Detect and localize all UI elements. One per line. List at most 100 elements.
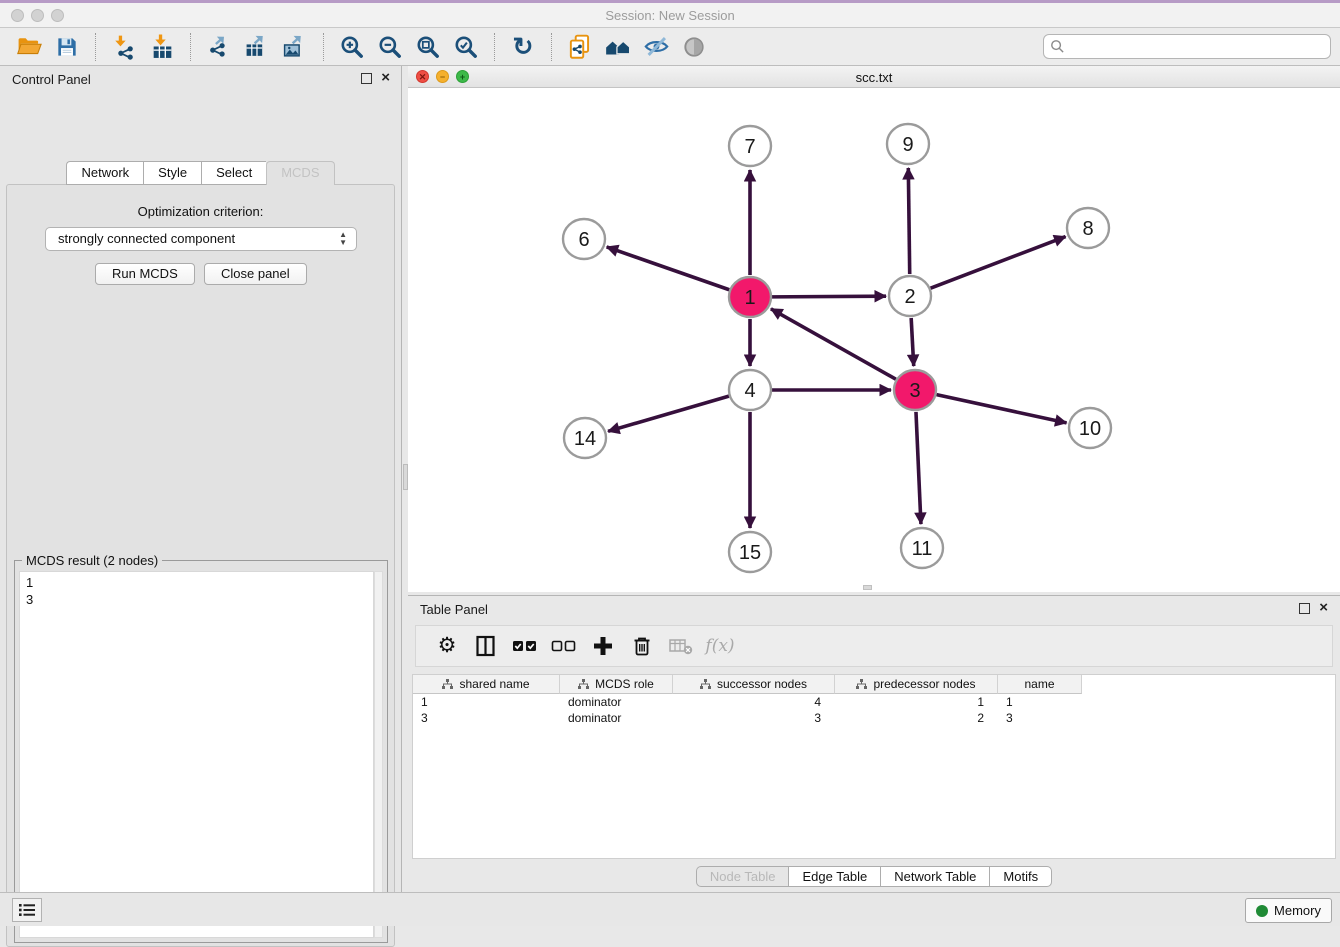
zoom-selected-icon[interactable] — [447, 31, 485, 63]
graph-node-6[interactable]: 6 — [563, 219, 605, 259]
export-table-icon[interactable] — [238, 31, 276, 63]
column-header-successor-nodes[interactable]: successor nodes — [673, 675, 835, 694]
new-network-from-selection-icon[interactable] — [561, 31, 599, 63]
toolbar-separator — [323, 33, 324, 61]
graph-edge-3-1[interactable] — [771, 309, 896, 379]
graph-edge-2-9[interactable] — [908, 168, 909, 274]
mcds-result-title: MCDS result (2 nodes) — [22, 553, 162, 568]
table-cell[interactable]: 4 — [673, 694, 835, 710]
graph-node-4[interactable]: 4 — [729, 370, 771, 410]
svg-text:11: 11 — [912, 538, 933, 560]
deselect-all-rows-icon[interactable] — [547, 631, 581, 661]
column-header-shared-name[interactable]: shared name — [413, 675, 560, 694]
graph-node-9[interactable]: 9 — [887, 124, 929, 164]
mcds-result-text[interactable]: 1 3 — [19, 571, 374, 938]
graph-node-1[interactable]: 1 — [729, 277, 771, 317]
control-panel: Control Panel × Network Style Select MCD… — [0, 66, 401, 892]
tab-edge-table[interactable]: Edge Table — [788, 866, 880, 887]
save-session-icon[interactable] — [48, 31, 86, 63]
network-canvas[interactable]: 7 9 6 8 1 2 4 3 14 10 15 11 — [408, 88, 1340, 592]
network-resize-grip[interactable] — [863, 585, 872, 590]
table-cell[interactable]: 3 — [413, 710, 560, 726]
export-image-icon[interactable] — [276, 31, 314, 63]
graph-edge-1-2[interactable] — [772, 296, 886, 297]
hide-selected-icon[interactable] — [637, 31, 675, 63]
table-cell[interactable]: 1 — [835, 694, 998, 710]
tab-network-table[interactable]: Network Table — [880, 866, 989, 887]
close-panel-button[interactable]: Close panel — [204, 263, 307, 285]
graph-edge-1-6[interactable] — [607, 247, 730, 290]
graph-edge-3-11[interactable] — [916, 412, 921, 524]
tab-node-table[interactable]: Node Table — [696, 866, 789, 887]
svg-text:2: 2 — [904, 286, 915, 308]
table-settings-icon[interactable]: ⚙ — [430, 631, 464, 661]
close-table-panel-icon[interactable]: × — [1319, 600, 1328, 616]
table-cell[interactable]: 3 — [673, 710, 835, 726]
graph-edge-3-10[interactable] — [936, 395, 1066, 423]
graph-node-14[interactable]: 14 — [564, 418, 606, 458]
table-cell[interactable]: 1 — [998, 694, 1082, 710]
search-box — [1043, 34, 1331, 59]
zoom-fit-icon[interactable] — [409, 31, 447, 63]
graph-edge-4-14[interactable] — [608, 396, 729, 431]
task-history-button[interactable] — [12, 898, 42, 922]
select-arrows-icon: ▲▼ — [339, 231, 347, 247]
zoom-out-icon[interactable] — [371, 31, 409, 63]
graph-edge-2-3[interactable] — [911, 318, 914, 366]
column-header-predecessor-nodes[interactable]: predecessor nodes — [835, 675, 998, 694]
graph-edge-2-8[interactable] — [931, 237, 1066, 289]
tab-select[interactable]: Select — [201, 161, 266, 185]
graph-node-3[interactable]: 3 — [894, 370, 936, 410]
table-cell[interactable]: dominator — [560, 710, 673, 726]
import-table-icon[interactable] — [143, 31, 181, 63]
tab-style[interactable]: Style — [143, 161, 201, 185]
result-scrollbar[interactable] — [374, 571, 383, 938]
column-header-MCDS-role[interactable]: MCDS role — [560, 675, 673, 694]
right-column: ✕ − + scc.txt 7968124314101511 Table Pan… — [408, 66, 1340, 892]
run-mcds-button[interactable]: Run MCDS — [95, 263, 195, 285]
float-panel-icon[interactable] — [361, 73, 372, 84]
column-visibility-icon[interactable] — [469, 631, 503, 661]
apply-layout-icon[interactable]: ↻ — [504, 31, 542, 63]
zoom-in-icon[interactable] — [333, 31, 371, 63]
search-input[interactable] — [1043, 34, 1331, 59]
graph-node-15[interactable]: 15 — [729, 532, 771, 572]
table-cell[interactable]: 1 — [413, 694, 560, 710]
graph-node-10[interactable]: 10 — [1069, 408, 1111, 448]
memory-button[interactable]: Memory — [1245, 898, 1332, 923]
graph-node-8[interactable]: 8 — [1067, 208, 1109, 248]
svg-text:8: 8 — [1082, 218, 1093, 240]
table-cell[interactable]: 2 — [835, 710, 998, 726]
close-panel-icon[interactable]: × — [381, 70, 390, 86]
select-all-rows-icon[interactable] — [508, 631, 542, 661]
apply-function-icon[interactable]: f(x) — [703, 631, 737, 661]
add-column-icon[interactable] — [586, 631, 620, 661]
svg-text:7: 7 — [744, 136, 755, 158]
float-table-panel-icon[interactable] — [1299, 603, 1310, 614]
toolbar-separator — [95, 33, 96, 61]
tab-mcds[interactable]: MCDS — [266, 161, 334, 185]
network-window-titlebar: ✕ − + scc.txt — [408, 66, 1340, 88]
open-session-icon[interactable] — [10, 31, 48, 63]
network-window-title: scc.txt — [408, 70, 1340, 85]
panel-splitter[interactable] — [401, 66, 408, 892]
delete-table-icon[interactable] — [664, 631, 698, 661]
graph-node-7[interactable]: 7 — [729, 126, 771, 166]
tab-network[interactable]: Network — [66, 161, 143, 185]
toolbar-separator — [190, 33, 191, 61]
show-all-icon[interactable] — [675, 31, 713, 63]
delete-column-icon[interactable] — [625, 631, 659, 661]
table-row[interactable]: 1dominator411 — [413, 694, 1335, 710]
table-cell[interactable]: 3 — [998, 710, 1082, 726]
table-row[interactable]: 3dominator323 — [413, 710, 1335, 726]
table-cell[interactable]: dominator — [560, 694, 673, 710]
graph-node-2[interactable]: 2 — [889, 276, 931, 316]
column-header-name[interactable]: name — [998, 675, 1082, 694]
import-network-icon[interactable] — [105, 31, 143, 63]
optimization-criterion-select[interactable]: strongly connected component ▲▼ — [45, 227, 357, 251]
first-neighbors-icon[interactable] — [599, 31, 637, 63]
tab-motifs[interactable]: Motifs — [989, 866, 1052, 887]
list-icon — [18, 903, 36, 917]
graph-node-11[interactable]: 11 — [901, 528, 943, 568]
export-network-icon[interactable] — [200, 31, 238, 63]
